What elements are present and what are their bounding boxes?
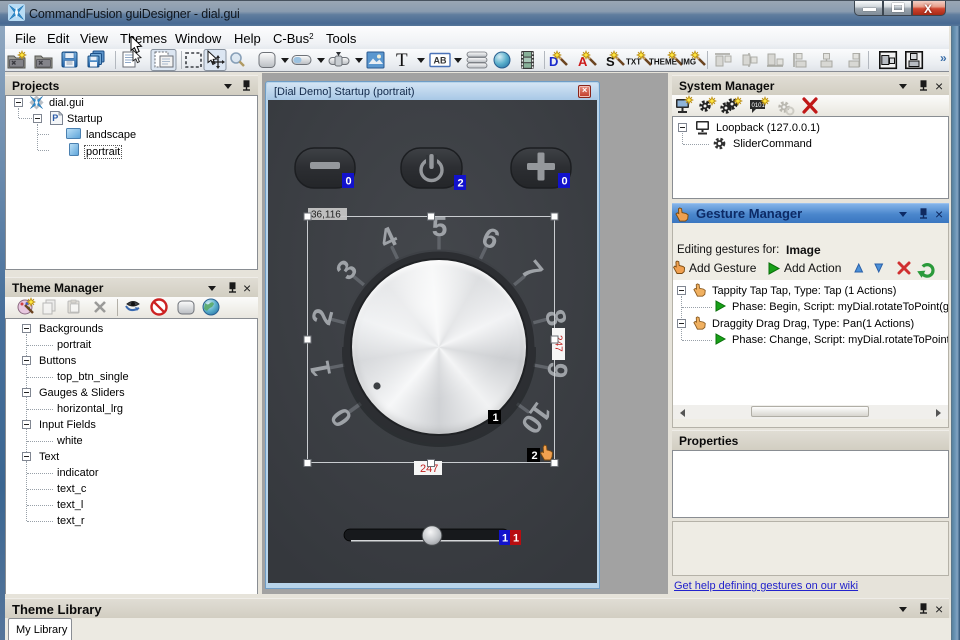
svg-text:Add Gesture: Add Gesture [689, 261, 757, 275]
svg-text:T: T [396, 50, 408, 71]
svg-text:IMG: IMG [681, 58, 696, 67]
svg-text:AB: AB [434, 56, 447, 66]
svg-text:36,116: 36,116 [311, 210, 341, 221]
svg-text:TXT: TXT [626, 58, 641, 67]
svg-text:Add Action: Add Action [784, 261, 841, 275]
svg-text:P: P [52, 113, 58, 123]
svg-text:2: 2 [532, 450, 538, 462]
svg-text:1: 1 [502, 533, 508, 545]
svg-text:1: 1 [513, 533, 519, 545]
svg-text:THEME: THEME [649, 58, 678, 67]
svg-text:»: » [940, 51, 947, 65]
svg-text:1: 1 [493, 412, 499, 424]
svg-text:0101: 0101 [752, 103, 766, 109]
